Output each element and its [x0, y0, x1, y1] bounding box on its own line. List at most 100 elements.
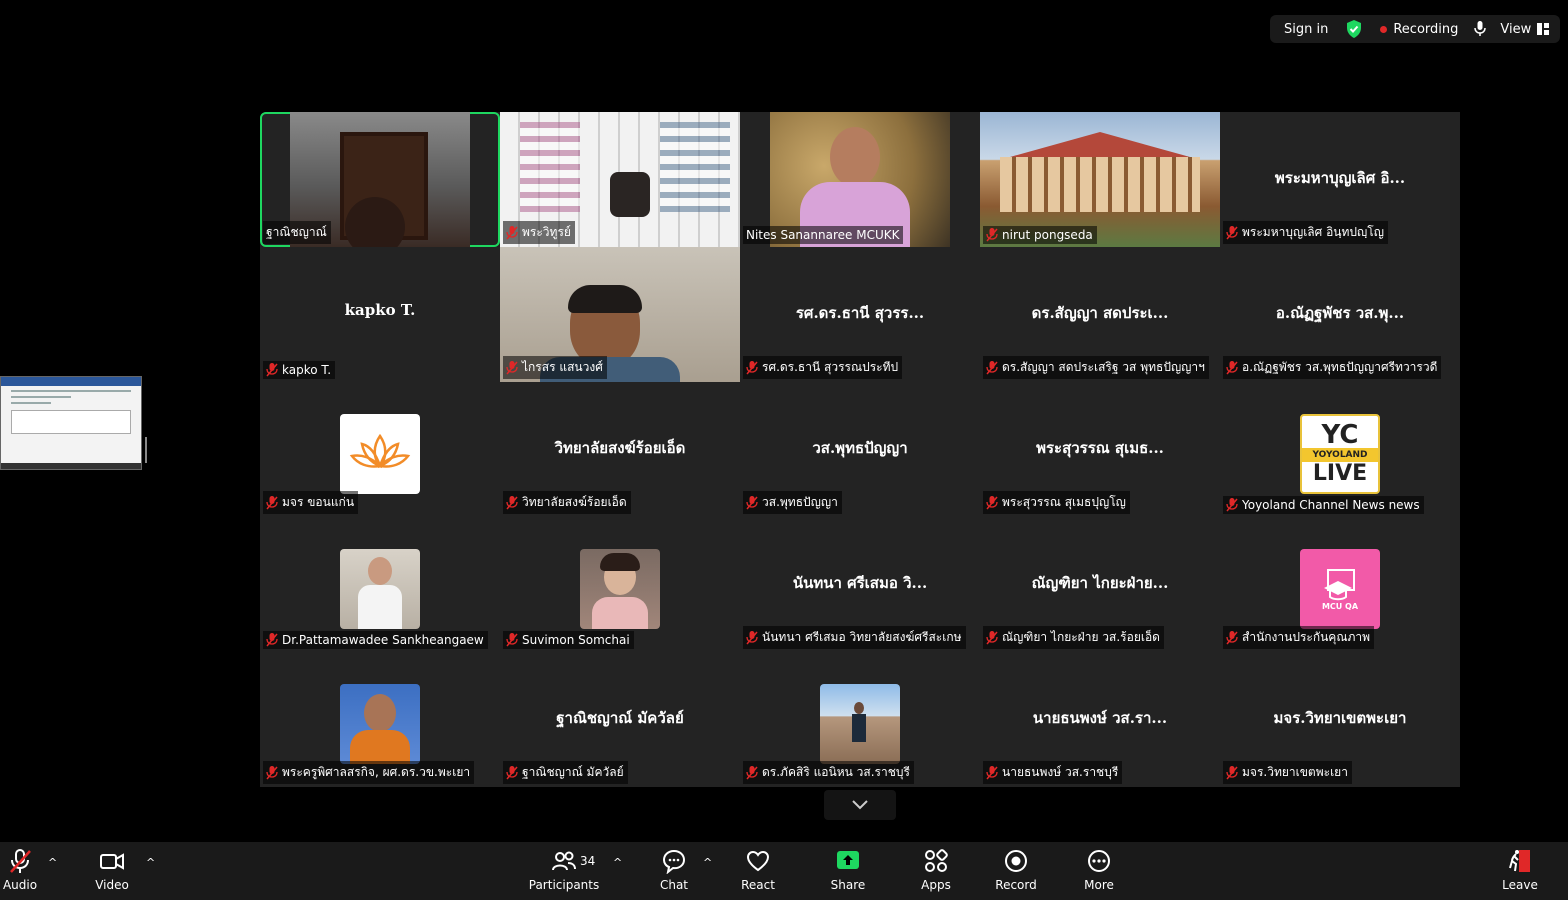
microphone-icon[interactable]: [1474, 21, 1487, 37]
participant-label: วิทยาลัยสงฆ์ร้อยเอ็ด: [503, 491, 631, 514]
audio-options-caret[interactable]: ^: [48, 856, 57, 869]
muted-mic-icon: [1226, 765, 1238, 779]
participant-tile[interactable]: รศ.ดร.ธานี สุวรร... รศ.ดร.ธานี สุวรรณประ…: [740, 247, 980, 382]
logo-text: YC: [1321, 420, 1359, 450]
participant-tile[interactable]: วส.พุทธปัญญา วส.พุทธปัญญา: [740, 382, 980, 517]
muted-mic-icon: [506, 360, 518, 374]
participant-name: วส.พุทธปัญญา: [762, 495, 838, 509]
video-options-caret[interactable]: ^: [146, 856, 155, 869]
audio-button[interactable]: Audio: [0, 848, 55, 892]
participant-tile[interactable]: นันทนา ศรีเสมอ วิ... นันทนา ศรีเสมอ วิทย…: [740, 517, 980, 652]
graduation-cap-icon: [1324, 568, 1355, 600]
leave-label: Leave: [1502, 878, 1538, 892]
participant-avatar: [340, 414, 420, 494]
participant-name: Dr.Pattamawadee Sankheangaew: [282, 633, 484, 647]
participant-label: ฐาณิชญาณ์ มัควัลย์: [503, 761, 628, 784]
participant-tile[interactable]: ดร.ภัคสิริ แอนิหน วส.ราชบุรี: [740, 652, 980, 787]
heart-icon: [746, 850, 770, 872]
participant-display-name: วิทยาลัยสงฆ์ร้อยเอ็ด: [554, 439, 686, 457]
participant-tile[interactable]: YC YOYOLAND LIVE Yoyoland Channel News n…: [1220, 382, 1460, 517]
temple-building: [1000, 157, 1200, 212]
participant-label: มจร.วิทยาเขตพะเยา: [1223, 761, 1352, 784]
participant-tile[interactable]: อ.ณัฏฐพัชร วส.พุ... อ.ณัฏฐพัชร วส.พุทธปั…: [1220, 247, 1460, 382]
thumbnail-taskbar: [1, 463, 141, 469]
participant-tile[interactable]: ณัญฑิยา ไกยะฝ่าย... ณัญฑิยา ไกยะฝ่าย วส.…: [980, 517, 1220, 652]
participant-tile[interactable]: nirut pongseda: [980, 112, 1220, 247]
muted-mic-icon: [506, 225, 518, 239]
record-button[interactable]: Record: [981, 848, 1051, 892]
participant-name: รศ.ดร.ธานี สุวรรณประทีป: [762, 360, 899, 374]
participant-tile[interactable]: Dr.Pattamawadee Sankheangaew: [260, 517, 500, 652]
chat-label: Chat: [659, 878, 689, 892]
recording-dot-icon: [1380, 25, 1388, 33]
chat-bubble-icon: [662, 849, 686, 874]
participant-tile[interactable]: นายธนพงษ์ วส.รา... นายธนพงษ์ วส.ราชบุรี: [980, 652, 1220, 787]
participant-tile[interactable]: Suvimon Somchai: [500, 517, 740, 652]
leave-button[interactable]: Leave: [1485, 848, 1555, 892]
participant-label: วส.พุทธปัญญา: [743, 491, 842, 514]
record-label: Record: [995, 878, 1037, 892]
participant-tile[interactable]: ฐาณิชญาณ์ มัควัลย์ ฐาณิชญาณ์ มัควัลย์: [500, 652, 740, 787]
participant-tile[interactable]: มจร.วิทยาเขตพะเยา มจร.วิทยาเขตพะเยา: [1220, 652, 1460, 787]
shared-screen-thumbnail[interactable]: [0, 376, 142, 470]
participant-label: นันทนา ศรีเสมอ วิทยาลัยสงฆ์ศรีสะเกษ: [743, 626, 966, 649]
react-button[interactable]: React: [723, 848, 793, 892]
apps-button[interactable]: Apps: [901, 848, 971, 892]
sign-in-link[interactable]: Sign in: [1284, 22, 1328, 37]
participant-name: พระครูพิศาลสรกิจ, ผศ.ดร.วข.พะเยา: [282, 765, 471, 779]
chat-button[interactable]: Chat: [639, 848, 709, 892]
more-icon: [1088, 850, 1110, 872]
participant-name: สำนักงานประกันคุณภาพ: [1242, 630, 1371, 644]
muted-mic-icon: [986, 765, 998, 779]
participant-tile[interactable]: วิทยาลัยสงฆ์ร้อยเอ็ด วิทยาลัยสงฆ์ร้อยเอ็…: [500, 382, 740, 517]
participant-tile[interactable]: Nites Sanannaree MCUKK: [740, 112, 980, 247]
share-button[interactable]: Share: [813, 848, 883, 892]
person-hair: [600, 553, 640, 571]
participant-display-name: อ.ณัฏฐพัชร วส.พุ...: [1275, 304, 1405, 322]
participant-name: วิทยาลัยสงฆ์ร้อยเอ็ด: [522, 495, 627, 509]
participant-tile[interactable]: MCU QA สำนักงานประกันคุณภาพ: [1220, 517, 1460, 652]
participant-tile[interactable]: พระครูพิศาลสรกิจ, ผศ.ดร.วข.พะเยา: [260, 652, 500, 787]
shield-check-icon[interactable]: [1346, 20, 1362, 38]
participants-options-caret[interactable]: ^: [613, 856, 622, 869]
participant-display-name: พระสุวรรณ สุเมธ...: [1036, 439, 1164, 457]
participant-display-name: kapko T.: [344, 301, 416, 319]
thumbnail-resize-handle[interactable]: [145, 437, 147, 463]
view-label: View: [1500, 21, 1532, 37]
react-label: React: [741, 878, 775, 892]
muted-mic-icon: [266, 363, 278, 377]
participant-label: Yoyoland Channel News news: [1223, 496, 1424, 514]
view-button[interactable]: View: [1500, 21, 1550, 37]
muted-mic-icon: [1226, 498, 1238, 512]
participant-display-name: พระมหาบุญเลิศ อิ...: [1274, 169, 1406, 187]
document-table: [11, 410, 131, 434]
participant-name: มจร.วิทยาเขตพะเยา: [1242, 765, 1348, 779]
video-gallery: ฐาณิชญาณ์ พระวิทูรย์ Nites Sanannaree MC…: [260, 112, 1460, 787]
participant-tile[interactable]: kapko T. kapko T.: [260, 247, 500, 382]
participant-name: พระมหาบุญเลิศ อินฺทปญฺโญ: [1242, 225, 1384, 239]
participant-tile[interactable]: พระวิทูรย์: [500, 112, 740, 247]
participant-tile[interactable]: มจร ขอนแก่น: [260, 382, 500, 517]
participant-name: นันทนา ศรีเสมอ วิทยาลัยสงฆ์ศรีสะเกษ: [762, 630, 962, 644]
recording-indicator[interactable]: Recording: [1380, 22, 1458, 37]
document-line: [11, 390, 131, 392]
participant-label: ฐาณิชญาณ์: [263, 221, 331, 244]
participant-label: nirut pongseda: [983, 226, 1097, 244]
next-page-button[interactable]: [824, 790, 896, 820]
muted-mic-icon: [506, 765, 518, 779]
participant-label: พระมหาบุญเลิศ อินฺทปญฺโญ: [1223, 221, 1388, 244]
chat-options-caret[interactable]: ^: [703, 856, 712, 869]
participants-label: Participants: [528, 878, 600, 892]
person-blouse: [592, 597, 648, 629]
participant-label: Dr.Pattamawadee Sankheangaew: [263, 631, 488, 649]
more-button[interactable]: More: [1064, 848, 1134, 892]
participant-label: Nites Sanannaree MCUKK: [743, 226, 904, 244]
participant-tile[interactable]: พระมหาบุญเลิศ อิ... พระมหาบุญเลิศ อินฺทป…: [1220, 112, 1460, 247]
participant-tile[interactable]: ไกรสร แสนวงศ์: [500, 247, 740, 382]
participant-tile[interactable]: พระสุวรรณ สุเมธ... พระสุวรรณ สุเมธปุญโญ: [980, 382, 1220, 517]
participant-tile[interactable]: ดร.สัญญา สดประเ... ดร.สัญญา สดประเสริฐ ว…: [980, 247, 1220, 382]
muted-mic-icon: [10, 849, 31, 873]
participant-name: kapko T.: [282, 363, 332, 377]
participant-tile[interactable]: ฐาณิชญาณ์: [260, 112, 500, 247]
video-button[interactable]: Video: [77, 848, 147, 892]
